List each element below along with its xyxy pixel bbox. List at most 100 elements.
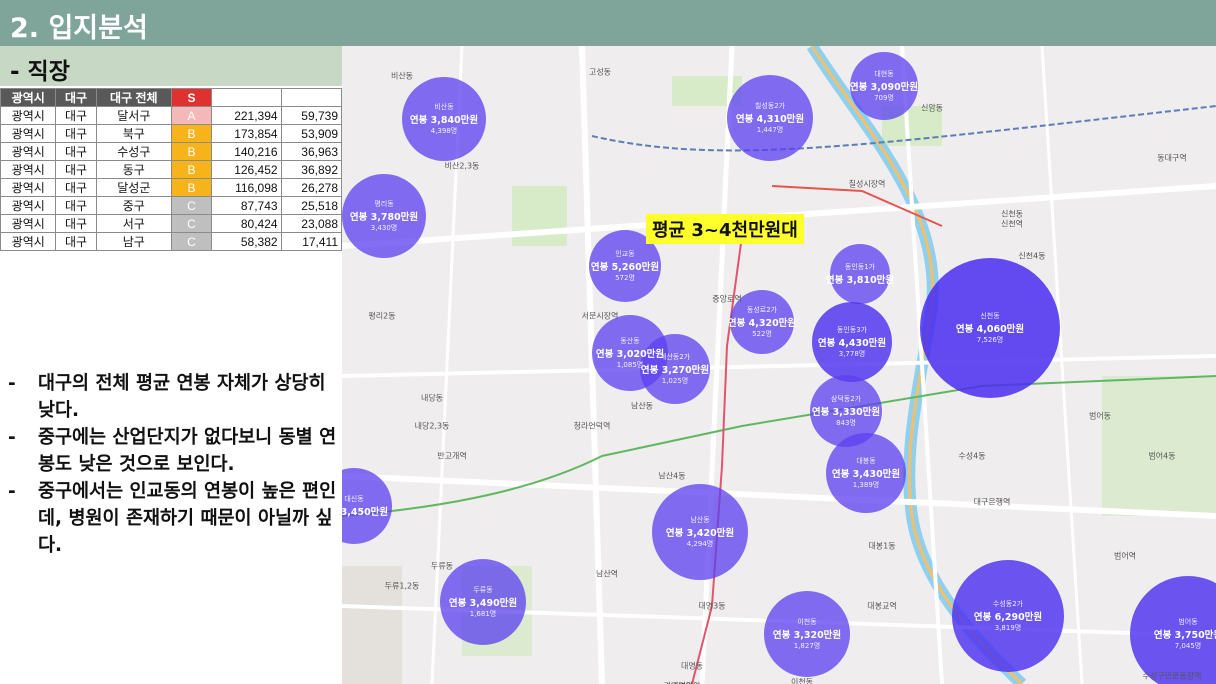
- circle-worker-count: 522명: [752, 330, 772, 338]
- map-panel[interactable]: 평균 3~4천만원대 비산동 고성동 신암동 신천동 범어동 남산동 대명동 이천동 내당동 두류…: [342, 46, 1216, 684]
- circle-label: 범어동 연봉 3,750만원 7,045명: [1154, 617, 1216, 651]
- table-row: 광역시 대구 중구 C 87,743 25,518: [0, 196, 343, 215]
- col-header-value2: [280, 88, 343, 107]
- circle-salary: 연봉 3,840만원: [409, 115, 479, 126]
- cell-grade: B: [170, 124, 212, 143]
- cell-city: 대구: [55, 160, 97, 179]
- slide-header: 2. 입지분석: [0, 0, 1216, 46]
- circle-worker-count: 843명: [836, 419, 856, 427]
- map-place-label: 칠성시장역: [848, 179, 886, 189]
- cell-city: 대구: [55, 178, 97, 197]
- circle-worker-count: 572명: [615, 274, 635, 282]
- cell-value1: 80,424: [210, 214, 282, 233]
- district-table: 광역시 대구 대구 전체 S 광역시 대구 달서구 A 221,394 59,739 광역시…: [0, 88, 343, 251]
- circle-label: 동인동3가 연봉 4,430만원 3,778명: [818, 325, 886, 359]
- cell-value1: 116,098: [210, 178, 282, 197]
- circle-label: 대현동 연봉 3,090만원 709명: [850, 69, 918, 103]
- circle-label: 신천동 연봉 4,060만원 7,526명: [956, 311, 1024, 345]
- cell-city: 대구: [55, 232, 97, 251]
- circle-worker-count: 1,827명: [793, 642, 821, 650]
- map-place-label: 내당동: [420, 393, 444, 403]
- cell-district: 북구: [95, 124, 172, 143]
- cell-value2: 36,963: [280, 142, 343, 161]
- circle-salary: 연봉 3,270만원: [640, 365, 710, 376]
- slide-title: 2. 입지분석: [10, 13, 148, 44]
- circle-dong-name: 수성동2가: [992, 600, 1024, 608]
- cell-metro: 광역시: [0, 178, 57, 197]
- bullet-item: - 중구에서는 인교동의 연봉이 높은 편인데, 병원이 존재하기 때문이 아닐까…: [8, 481, 337, 556]
- circle-dong-name: 동성로2가: [746, 306, 778, 314]
- map-place-label: 대구은행역: [973, 497, 1011, 507]
- circle-salary: 연봉 5,260만원: [590, 262, 660, 273]
- circle-salary: 연봉 4,310만원: [735, 114, 805, 125]
- circle-salary: 연봉 4,430만원: [817, 338, 887, 349]
- circle-label: 평리동 연봉 3,780만원 3,430명: [350, 199, 418, 233]
- circle-label: 대신동연봉 3,450만원: [342, 494, 388, 518]
- cell-value1: 221,394: [210, 106, 282, 125]
- map-place-label: 중앙로역: [712, 294, 742, 304]
- circle-worker-count: 1,447명: [756, 126, 784, 134]
- circle-dong-name: 범어동: [1178, 618, 1198, 626]
- map-place-label: 비산동: [390, 71, 414, 81]
- cell-grade: A: [170, 106, 212, 125]
- map-place-label: 이천동: [790, 677, 814, 684]
- circle-dong-name: 두류동: [473, 586, 493, 594]
- cell-city: 대구: [55, 142, 97, 161]
- map-place-label: 동대구역: [1157, 153, 1187, 163]
- cell-value1: 173,854: [210, 124, 282, 143]
- cell-metro: 광역시: [0, 106, 57, 125]
- map-place-label: 두류1,2동: [384, 581, 420, 591]
- circle-salary: 연봉 3,090만원: [849, 82, 919, 93]
- col-header-district: 대구 전체: [95, 88, 172, 107]
- circle-dong-name: 신천동: [980, 312, 1000, 320]
- cell-district: 동구: [95, 160, 172, 179]
- map-place-label: 신암동: [920, 103, 944, 113]
- cell-metro: 광역시: [0, 160, 57, 179]
- circle-salary: 연봉 4,060만원: [955, 324, 1025, 335]
- circle-salary: 연봉 6,290만원: [973, 612, 1043, 623]
- col-header-value1: [210, 88, 282, 107]
- cell-metro: 광역시: [0, 232, 57, 251]
- cell-district: 달성군: [95, 178, 172, 197]
- circle-dong-name: 대봉동: [856, 457, 876, 465]
- circle-label: 두류동 연봉 3,490만원 1,681명: [449, 585, 517, 619]
- col-header-grade: S: [170, 88, 212, 107]
- cell-value2: 25,518: [280, 196, 343, 215]
- bullet-item: - 중구에는 산업단지가 없다보니 동별 연봉도 낮은 것으로 보인다.: [8, 427, 337, 475]
- cell-metro: 광역시: [0, 214, 57, 233]
- circle-label: 대봉동 연봉 3,430만원 1,389명: [832, 456, 900, 490]
- cell-value2: 26,278: [280, 178, 343, 197]
- cell-grade: B: [170, 178, 212, 197]
- circle-worker-count: 4,398명: [430, 127, 458, 135]
- table-row: 광역시 대구 북구 B 173,854 53,909: [0, 124, 343, 143]
- map-place-label: 대봉교역: [867, 601, 897, 611]
- circle-salary: 연봉 3,750만원: [1153, 630, 1216, 641]
- cell-district: 서구: [95, 214, 172, 233]
- circle-dong-name: 칠성동2가: [754, 102, 786, 110]
- map-place-label: 내당2,3동: [414, 421, 450, 431]
- circle-label: 인교동 연봉 5,260만원 572명: [591, 249, 659, 283]
- map-place-label: 남산동: [630, 401, 654, 411]
- cell-value1: 140,216: [210, 142, 282, 161]
- table-row: 광역시 대구 서구 C 80,424 23,088: [0, 214, 343, 233]
- cell-district: 달서구: [95, 106, 172, 125]
- map-place-label: 서문시장역: [581, 311, 619, 321]
- circle-salary: 연봉 3,810만원: [825, 275, 895, 286]
- cell-value1: 87,743: [210, 196, 282, 215]
- cell-metro: 광역시: [0, 124, 57, 143]
- circle-label: 남산동 연봉 3,420만원 4,294명: [666, 515, 734, 549]
- circle-dong-name: 남산동: [690, 516, 710, 524]
- cell-district: 남구: [95, 232, 172, 251]
- map-place-label: 신천역: [1000, 219, 1024, 229]
- section-header: - 직장: [0, 46, 342, 86]
- table-header-row: 광역시 대구 대구 전체 S: [0, 88, 343, 107]
- cell-value2: 23,088: [280, 214, 343, 233]
- circle-dong-name: 삼덕동2가: [830, 395, 862, 403]
- circle-dong-name: 동인동1가: [844, 263, 876, 271]
- circle-label: 수성동2가 연봉 6,290만원 3,819명: [974, 599, 1042, 633]
- table-row: 광역시 대구 수성구 B 140,216 36,963: [0, 142, 343, 161]
- cell-district: 수성구: [95, 142, 172, 161]
- cell-value2: 17,411: [280, 232, 343, 251]
- circle-label: 삼덕동2가 연봉 3,330만원 843명: [812, 394, 880, 428]
- circle-dong-name: 이천동: [797, 618, 817, 626]
